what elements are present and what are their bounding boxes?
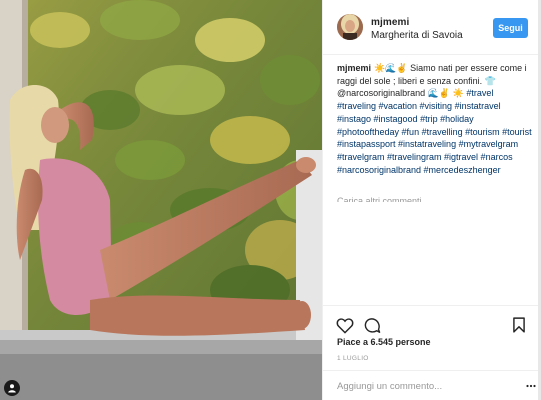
- load-more-comments[interactable]: Carica altri commenti: [337, 196, 422, 202]
- add-comment-section: [323, 370, 541, 400]
- caption-hashtags[interactable]: #travel #traveling #vacation #visiting #…: [337, 88, 532, 174]
- tagged-users-button[interactable]: [4, 380, 20, 396]
- post-date[interactable]: 1 LUGLIO: [337, 355, 369, 362]
- post-side-panel: mjmemi Margherita di Savoia Segui mjmemi…: [322, 0, 541, 400]
- post-header: mjmemi Margherita di Savoia Segui: [323, 0, 541, 55]
- user-icon: [8, 384, 16, 393]
- username-link[interactable]: mjmemi: [371, 17, 409, 28]
- comment-button[interactable]: [361, 314, 383, 336]
- post-photo[interactable]: [0, 0, 322, 400]
- likes-count[interactable]: Piace a 6.545 persone: [337, 337, 431, 347]
- heart-outline-icon: [336, 317, 354, 334]
- bookmark-icon: [513, 317, 525, 333]
- location-link[interactable]: Margherita di Savoia: [371, 30, 463, 41]
- comment-input[interactable]: [337, 379, 527, 393]
- avatar[interactable]: [337, 14, 363, 40]
- save-button[interactable]: [508, 314, 530, 336]
- instagram-post-modal: mjmemi Margherita di Savoia Segui mjmemi…: [0, 0, 541, 400]
- comment-bubble-icon: [364, 317, 380, 333]
- more-dots-icon[interactable]: [526, 381, 536, 391]
- follow-button[interactable]: Segui: [493, 18, 528, 38]
- like-button[interactable]: [334, 314, 356, 336]
- caption-username[interactable]: mjmemi: [337, 63, 371, 73]
- post-caption: mjmemi ☀️🌊✌️ Siamo nati per essere come i…: [337, 62, 533, 176]
